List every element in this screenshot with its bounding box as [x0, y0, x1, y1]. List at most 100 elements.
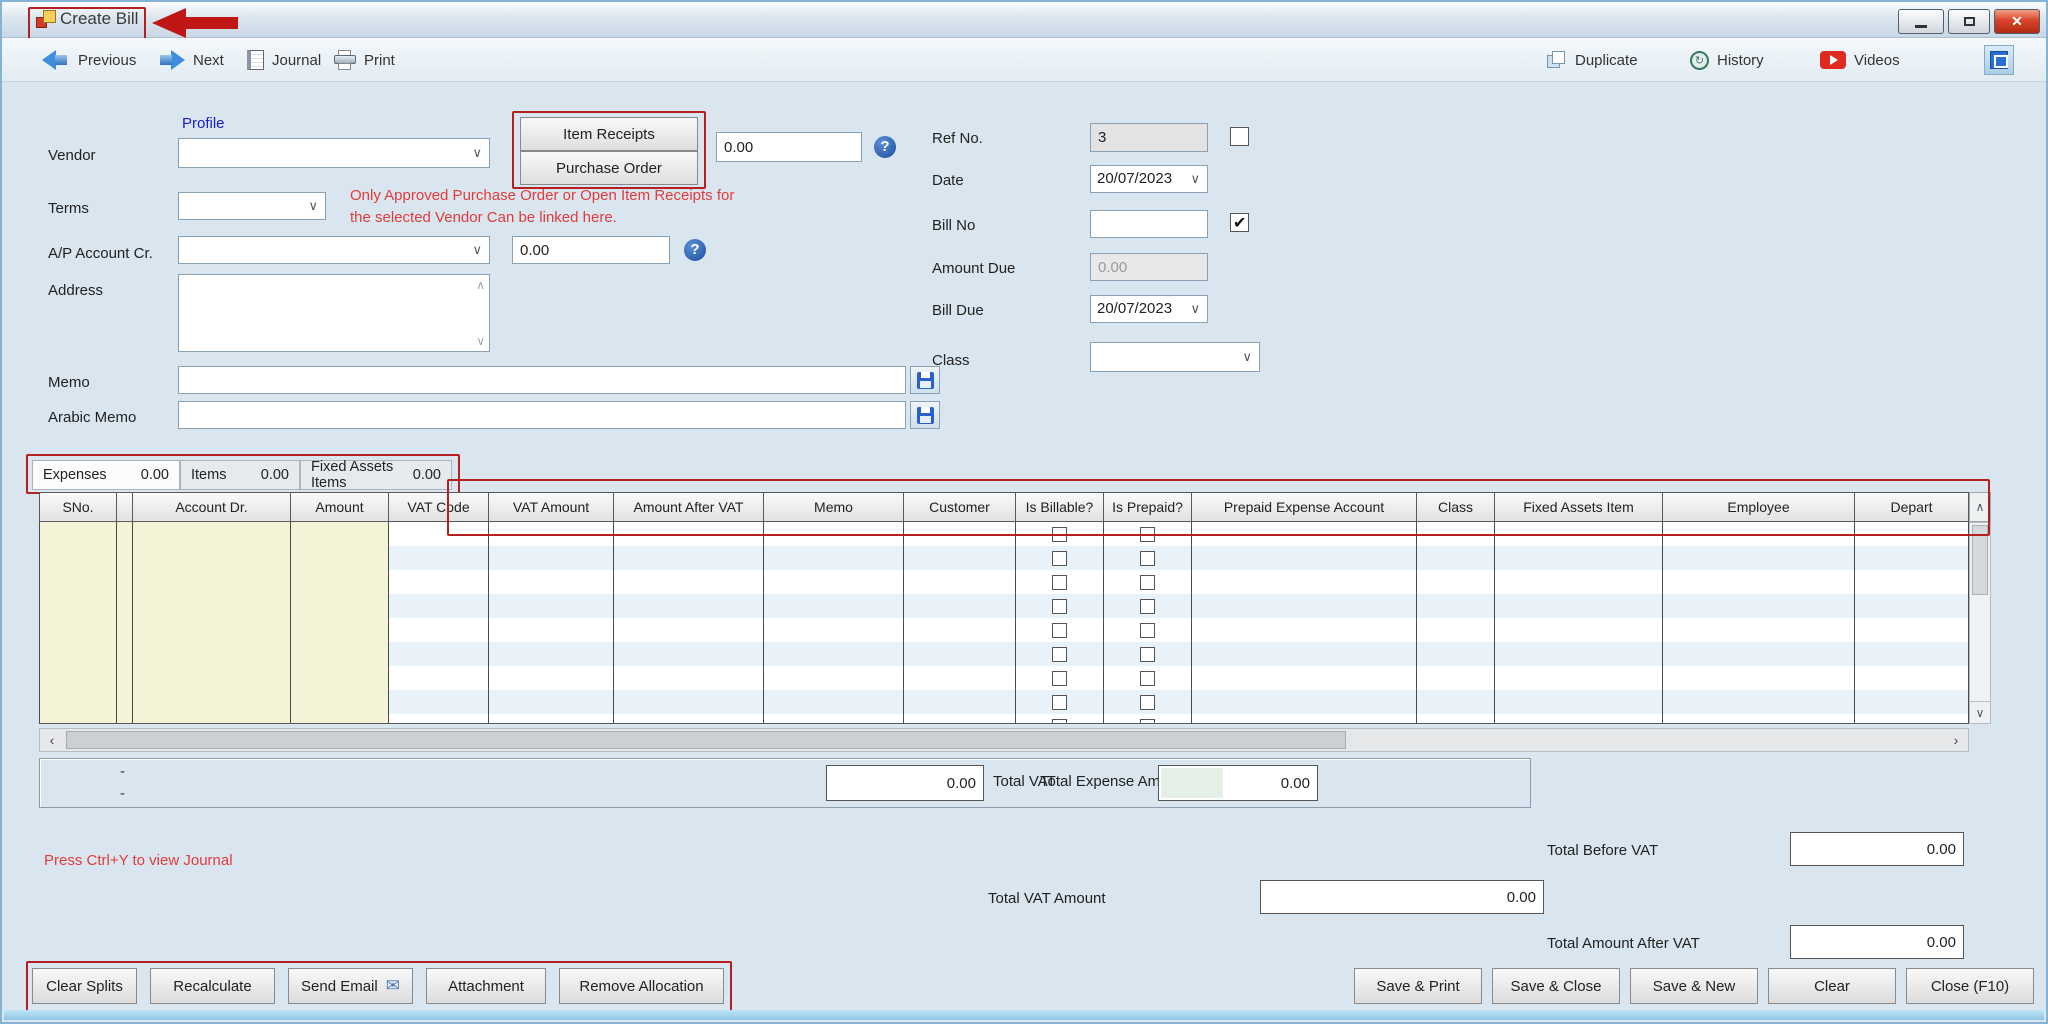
cell-fixed-assets-item[interactable]	[1495, 714, 1663, 724]
cell-fixed-assets-item[interactable]	[1495, 666, 1663, 690]
cell-sno[interactable]	[39, 594, 117, 618]
cell-amount-after-vat[interactable]	[614, 666, 764, 690]
table-row[interactable]	[39, 714, 1991, 724]
cell-amount[interactable]	[291, 522, 389, 546]
cell-depart[interactable]	[1855, 618, 1969, 642]
cell-employee[interactable]	[1663, 594, 1855, 618]
cell-vat-amount[interactable]	[489, 666, 614, 690]
cell-class[interactable]	[1417, 666, 1495, 690]
help-icon[interactable]: ?	[874, 136, 896, 158]
cell-is-billable[interactable]	[1016, 690, 1104, 714]
grid-horizontal-scrollbar[interactable]: ‹ ›	[39, 728, 1969, 752]
cell-depart[interactable]	[1855, 690, 1969, 714]
cell-vat-code[interactable]	[389, 690, 489, 714]
cell-prepaid-expense-account[interactable]	[1192, 642, 1417, 666]
cell-fixed-assets-item[interactable]	[1495, 594, 1663, 618]
cell-vat-code[interactable]	[389, 714, 489, 724]
cell-blank[interactable]	[117, 570, 133, 594]
cell-account-dr[interactable]	[133, 570, 291, 594]
is-prepaid-checkbox[interactable]	[1140, 575, 1155, 590]
cell-customer[interactable]	[904, 666, 1016, 690]
close-button[interactable]: ✕	[1994, 9, 2040, 34]
cell-account-dr[interactable]	[133, 546, 291, 570]
cell-depart[interactable]	[1855, 714, 1969, 724]
cell-amount[interactable]	[291, 594, 389, 618]
tab-fixed-assets-items[interactable]: Fixed Assets Items0.00	[300, 460, 452, 490]
cell-fixed-assets-item[interactable]	[1495, 522, 1663, 546]
cell-class[interactable]	[1417, 690, 1495, 714]
cell-depart[interactable]	[1855, 642, 1969, 666]
cell-customer[interactable]	[904, 690, 1016, 714]
cell-blank[interactable]	[117, 594, 133, 618]
send-email-button[interactable]: Send Email✉	[288, 968, 413, 1004]
cell-memo[interactable]	[764, 522, 904, 546]
cell-employee[interactable]	[1663, 642, 1855, 666]
column-header-sno[interactable]: SNo.	[39, 492, 117, 522]
is-billable-checkbox[interactable]	[1052, 719, 1067, 725]
window-mode-button[interactable]	[1984, 45, 2014, 75]
memo-save-button[interactable]	[910, 366, 940, 394]
cell-blank[interactable]	[117, 618, 133, 642]
cell-class[interactable]	[1417, 714, 1495, 724]
cell-is-prepaid[interactable]	[1104, 666, 1192, 690]
bill-no-checkbox[interactable]: ✔	[1230, 213, 1249, 232]
scroll-left-icon[interactable]: ‹	[40, 729, 64, 751]
cell-is-prepaid[interactable]	[1104, 570, 1192, 594]
is-billable-checkbox[interactable]	[1052, 647, 1067, 662]
column-header-account-dr[interactable]: Account Dr.	[133, 492, 291, 522]
cell-amount-after-vat[interactable]	[614, 522, 764, 546]
column-header-is-billable[interactable]: Is Billable?	[1016, 492, 1104, 522]
cell-class[interactable]	[1417, 618, 1495, 642]
cell-is-billable[interactable]	[1016, 666, 1104, 690]
cell-account-dr[interactable]	[133, 594, 291, 618]
cell-amount[interactable]	[291, 618, 389, 642]
cell-is-billable[interactable]	[1016, 522, 1104, 546]
column-header-class[interactable]: Class	[1417, 492, 1495, 522]
is-prepaid-checkbox[interactable]	[1140, 647, 1155, 662]
cell-fixed-assets-item[interactable]	[1495, 690, 1663, 714]
previous-button[interactable]: Previous	[42, 38, 136, 82]
print-button[interactable]: Print	[334, 38, 395, 82]
column-header-fixed-assets-item[interactable]: Fixed Assets Item	[1495, 492, 1663, 522]
cell-account-dr[interactable]	[133, 666, 291, 690]
tab-expenses[interactable]: Expenses0.00	[32, 460, 180, 490]
cell-vat-code[interactable]	[389, 594, 489, 618]
cell-memo[interactable]	[764, 546, 904, 570]
column-header-amount[interactable]: Amount	[291, 492, 389, 522]
cell-prepaid-expense-account[interactable]	[1192, 546, 1417, 570]
cell-employee[interactable]	[1663, 522, 1855, 546]
cell-amount[interactable]	[291, 690, 389, 714]
cell-amount-after-vat[interactable]	[614, 618, 764, 642]
scroll-down-icon[interactable]: ∨	[476, 334, 485, 348]
cell-vat-amount[interactable]	[489, 594, 614, 618]
purchase-order-button[interactable]: Purchase Order	[520, 151, 698, 185]
cell-is-billable[interactable]	[1016, 570, 1104, 594]
is-prepaid-checkbox[interactable]	[1140, 671, 1155, 686]
cell-employee[interactable]	[1663, 666, 1855, 690]
linked-amount-field[interactable]: 0.00	[716, 132, 862, 162]
cell-sno[interactable]	[39, 522, 117, 546]
cell-blank[interactable]	[117, 714, 133, 724]
cell-vat-code[interactable]	[389, 522, 489, 546]
save-new-button[interactable]: Save & New	[1630, 968, 1758, 1004]
cell-prepaid-expense-account[interactable]	[1192, 594, 1417, 618]
is-prepaid-checkbox[interactable]	[1140, 719, 1155, 725]
scrollbar-thumb[interactable]	[66, 731, 1346, 749]
arabic-memo-field[interactable]	[178, 401, 906, 429]
cell-is-prepaid[interactable]	[1104, 714, 1192, 724]
cell-is-prepaid[interactable]	[1104, 546, 1192, 570]
column-header-employee[interactable]: Employee	[1663, 492, 1855, 522]
cell-memo[interactable]	[764, 666, 904, 690]
scroll-up-icon[interactable]: ∧	[1969, 492, 1991, 522]
clear-button[interactable]: Clear	[1768, 968, 1896, 1004]
cell-is-billable[interactable]	[1016, 618, 1104, 642]
grid-vertical-scrollbar[interactable]: ∨	[1969, 522, 1991, 724]
is-prepaid-checkbox[interactable]	[1140, 695, 1155, 710]
cell-prepaid-expense-account[interactable]	[1192, 618, 1417, 642]
cell-employee[interactable]	[1663, 618, 1855, 642]
table-row[interactable]	[39, 522, 1991, 546]
terms-combobox[interactable]: ∨	[178, 192, 326, 220]
cell-sno[interactable]	[39, 642, 117, 666]
class-combobox[interactable]: ∨	[1090, 342, 1260, 372]
cell-sno[interactable]	[39, 546, 117, 570]
